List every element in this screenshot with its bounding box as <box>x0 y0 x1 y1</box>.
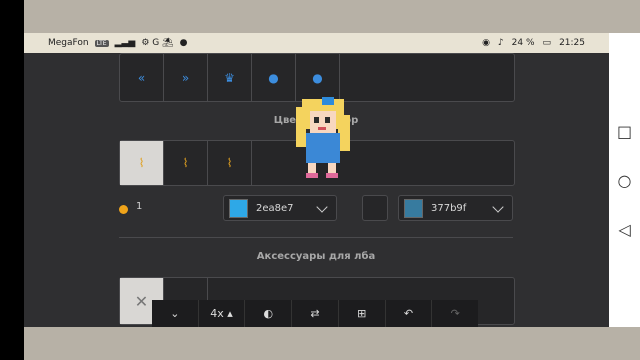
lte-badge: LTE <box>94 39 109 47</box>
color-picker-box[interactable] <box>362 195 388 221</box>
color-hex-2: 377b9f <box>431 202 467 214</box>
item-cell-4[interactable]: ● <box>252 54 296 101</box>
battery-icon: ▭ <box>542 38 552 48</box>
bow-cell-1[interactable]: ⌇ <box>120 141 164 185</box>
carrier-label: MegaFon <box>48 38 89 48</box>
item-cell-2[interactable]: » <box>164 54 208 101</box>
collapse-button[interactable]: ⌄ <box>152 300 199 327</box>
location-icon: ● <box>179 38 188 48</box>
back-icon[interactable]: ◁ <box>618 220 630 239</box>
editor-content: « » ♛ ● ● Цвета и декор ⌇ ⌇ ⌇ <box>24 53 609 327</box>
status-bar: MegaFon LTE ▂▃▅ ⚙ G ⛱ ● ◉ ♪ 24 % ▭ 21:25 <box>24 33 609 53</box>
phone-screen: MegaFon LTE ▂▃▅ ⚙ G ⛱ ● ◉ ♪ 24 % ▭ 21:25… <box>24 33 609 327</box>
zoom-button[interactable]: 4x ▴ <box>199 300 246 327</box>
editor-toolbar: ⌄ 4x ▴ ◐ ⇄ ⊞ ↶ ↷ <box>152 300 478 327</box>
item-cell-5[interactable]: ● <box>296 54 340 101</box>
zoom-label: 4x <box>210 307 224 320</box>
divider <box>119 237 513 238</box>
grid-add-icon[interactable]: ⊞ <box>339 300 386 327</box>
clock: 21:25 <box>559 38 585 48</box>
android-nav-bar: □ ○ ◁ <box>609 33 640 327</box>
item-cell-3[interactable]: ♛ <box>208 54 252 101</box>
redo-icon[interactable]: ↷ <box>432 300 478 327</box>
color-index-dot <box>119 205 128 214</box>
eye-icon: ◉ <box>482 38 490 48</box>
home-icon[interactable]: ○ <box>618 171 632 190</box>
chevron-down-icon <box>492 201 504 213</box>
battery-label: 24 % <box>511 38 535 48</box>
swap-icon[interactable]: ⇄ <box>292 300 339 327</box>
section-title-accessories: Аксессуары для лба <box>256 251 376 262</box>
undo-icon[interactable]: ↶ <box>386 300 433 327</box>
item-cell-1[interactable]: « <box>120 54 164 101</box>
recents-icon[interactable]: □ <box>617 122 632 141</box>
mute-icon: ♪ <box>497 38 504 48</box>
notification-icons: ⚙ G ⛱ <box>141 38 174 48</box>
color-swatch-1 <box>229 198 248 218</box>
color-select-1[interactable]: 2ea8e7 <box>223 195 337 221</box>
bow-cell-3[interactable]: ⌇ <box>208 141 252 185</box>
color-select-2[interactable]: 377b9f <box>398 195 513 221</box>
color-hex-1: 2ea8e7 <box>256 202 294 214</box>
pony-head-icon[interactable]: ◐ <box>245 300 293 327</box>
item-row-top: « » ♛ ● ● <box>119 53 515 102</box>
left-letterbox <box>0 0 24 360</box>
color-index: 1 <box>136 201 143 212</box>
pony-character-sprite <box>296 97 350 178</box>
signal-icon: ▂▃▅ <box>114 38 136 48</box>
color-row: 1 2ea8e7 377b9f <box>119 195 513 223</box>
color-swatch-2 <box>404 198 423 218</box>
bow-cell-2[interactable]: ⌇ <box>164 141 208 185</box>
chevron-down-icon <box>316 201 328 213</box>
